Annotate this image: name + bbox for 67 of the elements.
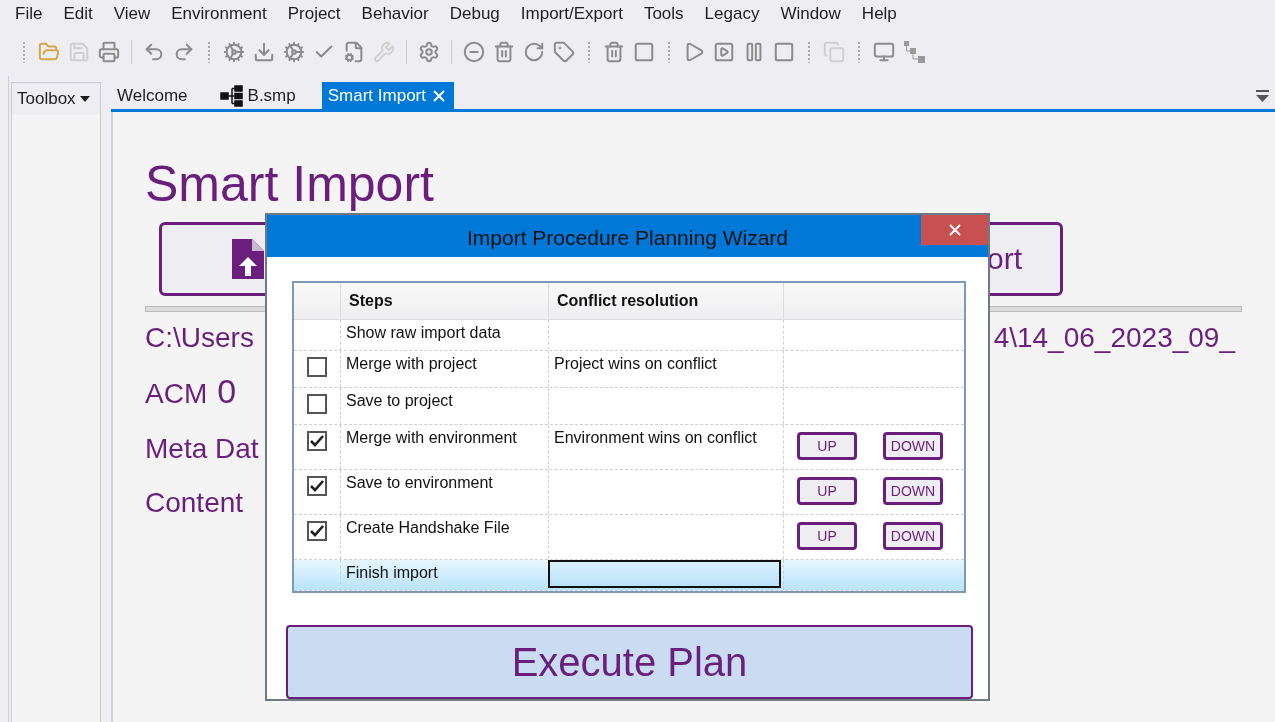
trash-icon[interactable] — [603, 41, 625, 63]
menu-item[interactable]: Environment — [166, 4, 272, 24]
checkbox[interactable] — [307, 521, 327, 541]
tab[interactable]: Smart Import — [321, 82, 454, 109]
refresh-icon[interactable] — [523, 41, 545, 63]
field-label: Meta Dat — [145, 433, 259, 465]
trash-icon[interactable] — [493, 41, 515, 63]
menu-item[interactable]: Import/Export — [515, 4, 628, 24]
menu-item[interactable]: View — [108, 4, 156, 24]
page-heading: Smart Import — [145, 156, 435, 212]
column-header: Conflict resolution — [548, 283, 783, 319]
settings-icon[interactable] — [418, 41, 440, 63]
down-button[interactable]: DOWN — [883, 522, 943, 550]
dialog-title: Import Procedure Planning Wizard — [467, 226, 788, 250]
checkbox[interactable] — [307, 394, 327, 414]
caret-icon[interactable] — [79, 96, 90, 102]
step-cell: Merge with project — [340, 351, 548, 387]
menu-item[interactable]: Project — [282, 4, 346, 24]
column-header: Steps — [340, 283, 548, 319]
folder-open-icon[interactable] — [38, 41, 60, 63]
step-cell: Show raw import data — [340, 320, 548, 350]
undo-icon[interactable] — [143, 41, 165, 63]
hierarchy-icon[interactable] — [903, 40, 927, 64]
redo-icon[interactable] — [173, 41, 195, 63]
execute-button[interactable]: Execute Plan — [286, 625, 973, 699]
step-cell: Create Handshake File — [340, 515, 548, 559]
overflow-icon[interactable] — [1256, 90, 1269, 102]
minus-circle-icon[interactable] — [463, 41, 485, 63]
up-button[interactable]: UP — [797, 477, 857, 505]
step-cell: Save to environment — [340, 470, 548, 514]
checkbox[interactable] — [307, 476, 327, 496]
menu-item[interactable]: Edit — [58, 4, 98, 24]
path-text: 4\14_06_2023_09_ — [993, 322, 1235, 354]
field-label: Content — [145, 487, 244, 519]
up-button[interactable]: UP — [797, 522, 857, 550]
up-button[interactable]: UP — [797, 432, 857, 460]
menu-item[interactable]: Debug — [444, 4, 505, 24]
down-button[interactable]: DOWN — [883, 432, 943, 460]
menu-item[interactable]: Tools — [638, 4, 689, 24]
menu-item[interactable]: Window — [775, 4, 846, 24]
path-text: C:\Users — [145, 322, 254, 354]
field-label: ACM — [145, 378, 208, 410]
checkbox[interactable] — [307, 357, 327, 377]
field-value: 0 — [217, 372, 237, 411]
menu-item[interactable]: File — [10, 4, 48, 24]
menu-item[interactable]: Legacy — [699, 4, 765, 24]
play-window-icon[interactable] — [713, 41, 735, 63]
monitor-icon[interactable] — [873, 41, 895, 63]
tag-icon[interactable] — [553, 41, 575, 63]
close-button[interactable] — [921, 215, 988, 245]
hierarchy-icon — [219, 84, 244, 107]
printer-icon[interactable] — [98, 41, 120, 63]
step-cell: Merge with environment — [340, 425, 548, 469]
conflict-input-field[interactable] — [548, 560, 781, 588]
tab[interactable]: B.smp — [213, 82, 302, 109]
menu-item[interactable]: Help — [856, 4, 902, 24]
stop-icon[interactable] — [633, 41, 655, 63]
file-gear-icon[interactable] — [343, 41, 365, 63]
checkbox[interactable] — [307, 431, 327, 451]
conflict-cell: Environment wins on conflict — [548, 425, 783, 469]
tab[interactable]: Welcome — [111, 82, 194, 109]
conflict-cell: Project wins on conflict — [548, 351, 783, 387]
down-button[interactable]: DOWN — [883, 477, 943, 505]
download-icon[interactable] — [253, 41, 275, 63]
stop-icon[interactable] — [773, 41, 795, 63]
step-cell: Save to project — [340, 388, 548, 424]
menu-item[interactable]: Behavior — [356, 4, 434, 24]
